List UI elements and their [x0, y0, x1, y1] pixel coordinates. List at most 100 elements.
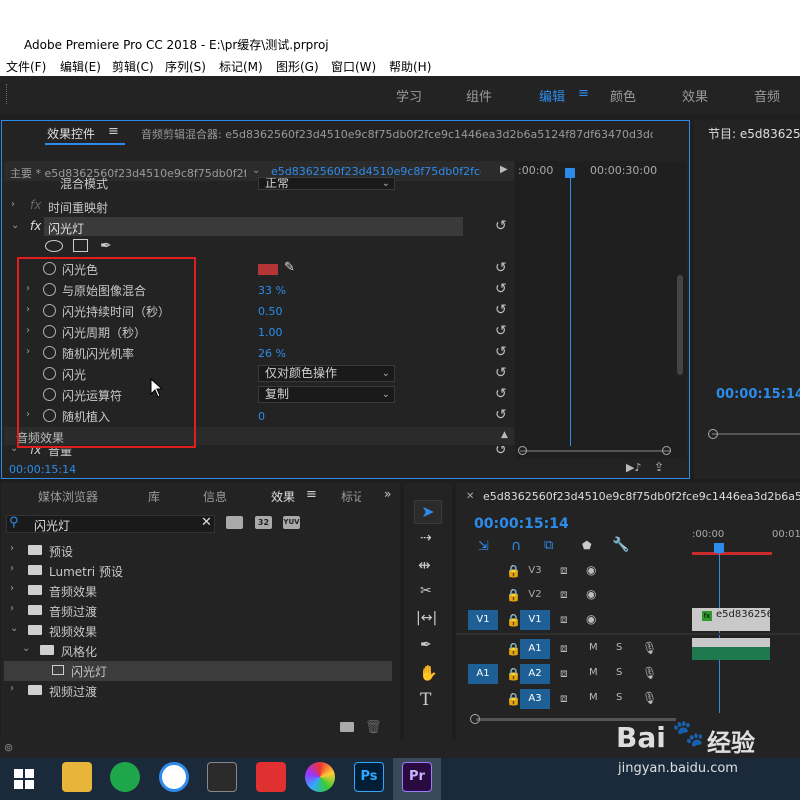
param-value[interactable]: 0 — [258, 410, 265, 423]
share-icon[interactable]: ⇪ — [654, 460, 664, 474]
workspace-learn[interactable]: 学习 — [396, 86, 422, 105]
param-value[interactable]: 0.50 — [258, 305, 283, 318]
collapse-up-icon[interactable]: ▲ — [501, 430, 508, 440]
zoom-handle-left[interactable] — [518, 446, 527, 455]
ripple-edit-tool-icon[interactable]: ⇹ — [418, 556, 431, 574]
close-sequence-icon[interactable]: ✕ — [466, 491, 474, 502]
solo-button-icon[interactable]: S — [616, 642, 622, 653]
delete-icon[interactable]: 🗑 — [365, 720, 382, 735]
source-patch-a1[interactable]: A1 — [468, 664, 498, 684]
fx-toggle-icon[interactable]: fx — [30, 219, 41, 233]
expand-chevron-icon[interactable]: › — [10, 683, 14, 694]
reset-param-icon[interactable]: ↺ — [495, 344, 507, 360]
workspace-editing[interactable]: 编辑 — [539, 86, 565, 105]
collapse-chevron-icon[interactable]: ⌄ — [10, 623, 18, 634]
param-value[interactable]: 33 % — [258, 284, 286, 297]
workspace-assembly[interactable]: 组件 — [466, 86, 492, 105]
expand-chevron-icon[interactable]: › — [10, 603, 14, 614]
eye-icon[interactable]: ◉ — [586, 587, 596, 601]
mini-scrollbar[interactable] — [677, 275, 683, 375]
reset-param-icon[interactable]: ↺ — [495, 281, 507, 297]
sync-lock-icon[interactable]: ⧈ — [560, 666, 568, 681]
tab-libraries[interactable]: 库 — [148, 488, 160, 505]
type-tool-icon[interactable]: T — [420, 690, 431, 710]
lock-icon[interactable]: 🔒 — [506, 642, 521, 656]
mute-button-icon[interactable]: M — [589, 667, 598, 678]
menu-file[interactable]: 文件(F) — [6, 58, 46, 75]
filter-32-icon[interactable]: 32 — [255, 516, 272, 529]
eye-icon[interactable]: ◉ — [586, 563, 596, 577]
sync-lock-icon[interactable]: ⧈ — [560, 612, 568, 627]
program-zoom-bar[interactable] — [712, 433, 800, 435]
snap-icon[interactable]: ⇲ — [478, 539, 489, 554]
sync-lock-icon[interactable]: ⧈ — [560, 587, 568, 602]
tab-markers[interactable]: 标记 — [341, 488, 361, 505]
menu-edit[interactable]: 编辑(E) — [60, 58, 101, 75]
expand-chevron-icon[interactable]: › — [10, 563, 14, 574]
reset-param-icon[interactable]: ↺ — [495, 446, 507, 457]
microphone-icon[interactable]: 🎙 — [642, 666, 657, 680]
photoshop-icon[interactable]: Ps — [354, 762, 384, 792]
timeline-playhead[interactable] — [714, 543, 724, 553]
chevron-down-icon[interactable]: ⌄ — [252, 165, 260, 176]
slip-tool-icon[interactable]: |↔| — [416, 610, 437, 626]
solo-button-icon[interactable]: S — [616, 667, 622, 678]
microphone-icon[interactable]: 🎙 — [642, 691, 657, 705]
menu-graphics[interactable]: 图形(G) — [276, 58, 319, 75]
program-timecode[interactable]: 00:00:15:14 — [716, 387, 800, 402]
lock-icon[interactable]: 🔒 — [506, 613, 521, 627]
export-frame-icon[interactable]: ▶♪ — [626, 461, 641, 474]
collapse-chevron-icon[interactable]: ⌄ — [11, 220, 19, 231]
tab-effects[interactable]: 效果 — [271, 488, 295, 505]
filter-yuv-icon[interactable]: YUV — [283, 516, 300, 529]
tree-item-lumetri[interactable]: › Lumetri 预设 — [4, 561, 399, 581]
workspace-effects[interactable]: 效果 — [682, 86, 708, 105]
reset-effect-icon[interactable]: ↺ — [495, 218, 507, 234]
expand-chevron-icon[interactable]: › — [10, 583, 14, 594]
lock-icon[interactable]: 🔒 — [506, 667, 521, 681]
search-input[interactable]: 闪光灯 — [34, 517, 70, 534]
track-label[interactable]: V2 — [520, 585, 550, 605]
workspace-audio[interactable]: 音频 — [754, 86, 780, 105]
terminal-icon[interactable] — [207, 762, 237, 792]
color-swatch[interactable] — [258, 264, 278, 275]
source-patch-v1[interactable]: V1 — [468, 610, 498, 630]
zoom-handle-right[interactable] — [662, 446, 671, 455]
tab-audio-clip-mixer[interactable]: 音频剪辑混合器: e5d8362560f23d4510e9c8f75db0f2f… — [141, 126, 653, 142]
zoom-handle-left[interactable] — [470, 714, 480, 724]
mini-zoom-bar[interactable] — [520, 450, 670, 452]
wechat-icon[interactable] — [110, 762, 140, 792]
more-tabs-icon[interactable]: » — [384, 487, 391, 501]
reset-param-icon[interactable]: ↺ — [495, 407, 507, 423]
sync-lock-icon[interactable]: ⧈ — [560, 641, 568, 656]
track-label[interactable]: V1 — [520, 610, 550, 630]
eyedropper-icon[interactable]: ✎ — [284, 260, 295, 275]
workspace-color[interactable]: 颜色 — [610, 86, 636, 105]
effects-current-time[interactable]: 00:00:15:14 — [9, 463, 76, 476]
param-value[interactable]: 26 % — [258, 347, 286, 360]
sequence-tab[interactable]: e5d8362560f23d4510e9c8f75db0f2fce9c1446e… — [483, 490, 800, 503]
track-label[interactable]: V3 — [520, 561, 550, 581]
accelerated-effects-icon[interactable] — [226, 516, 243, 529]
menu-help[interactable]: 帮助(H) — [389, 58, 431, 75]
wrench-icon[interactable]: 🔧 — [612, 537, 629, 553]
blend-mode-dropdown[interactable]: 正常 ⌄ — [258, 177, 395, 190]
menu-window[interactable]: 窗口(W) — [331, 58, 376, 75]
microphone-icon[interactable]: 🎙 — [642, 641, 657, 655]
reset-param-icon[interactable]: ↺ — [495, 323, 507, 339]
lock-icon[interactable]: 🔒 — [506, 564, 521, 578]
program-monitor-title[interactable]: 节目: e5d8362560 — [708, 125, 800, 142]
media-app-icon[interactable] — [256, 762, 286, 792]
tab-media-browser[interactable]: 媒体浏览器 — [38, 488, 98, 505]
track-label[interactable]: A1 — [520, 639, 550, 659]
windows-start-icon[interactable] — [14, 769, 34, 792]
workspace-menu-icon[interactable]: ≡ — [578, 86, 589, 101]
expand-chevron-icon[interactable]: › — [10, 543, 14, 554]
ellipse-mask-icon[interactable] — [45, 240, 63, 252]
work-area-bar[interactable] — [692, 552, 772, 555]
play-only-icon[interactable]: ▶ — [500, 164, 508, 175]
menu-sequence[interactable]: 序列(S) — [165, 58, 206, 75]
track-label[interactable]: A2 — [520, 664, 550, 684]
tree-item-audio-effects[interactable]: › 音频效果 — [4, 581, 399, 601]
rectangle-mask-icon[interactable] — [73, 239, 88, 252]
